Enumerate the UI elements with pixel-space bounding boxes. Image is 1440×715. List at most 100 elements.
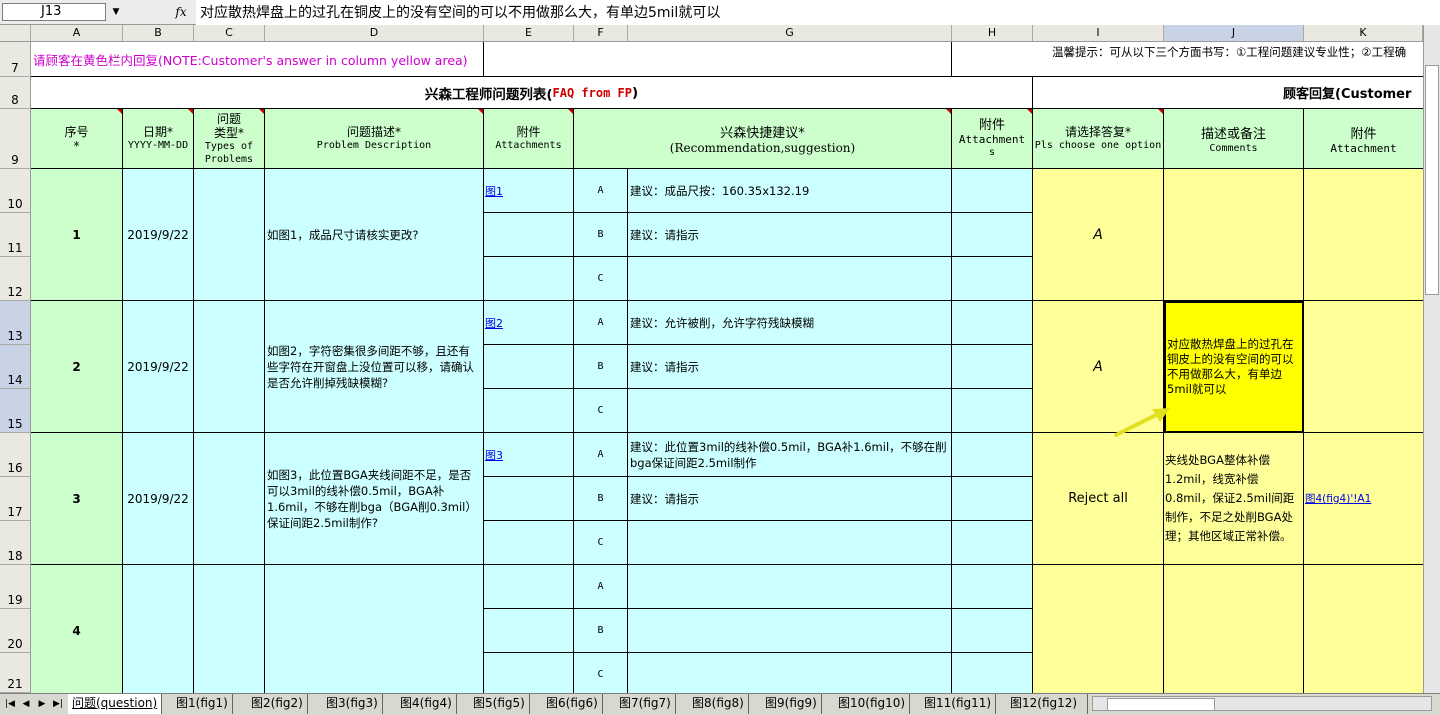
row-header[interactable]: 8 (0, 77, 31, 109)
name-box[interactable]: J13 (2, 3, 106, 21)
problem-desc[interactable]: 如图2，字符密集很多间距不够，且还有些字符在开窗盘上没位置可以移，请确认是否允许… (265, 301, 484, 433)
row-header[interactable]: 21 (0, 653, 31, 693)
column-header[interactable]: H (952, 25, 1033, 41)
row-header[interactable]: 7 (0, 42, 31, 77)
option-key[interactable]: B (574, 213, 628, 257)
section-title-customer[interactable]: 顾客回复(Customer (1033, 77, 1423, 109)
attachment-h-cell[interactable] (952, 257, 1033, 301)
option-text[interactable] (628, 565, 952, 609)
sheet-tab[interactable]: 图12(fig12) (1006, 694, 1088, 714)
column-header[interactable]: K (1304, 25, 1423, 41)
attachment-cell[interactable] (484, 653, 574, 697)
sheet-tab[interactable]: 图9(fig9) (761, 694, 822, 714)
column-header[interactable]: G (628, 25, 952, 41)
problem-type[interactable] (194, 301, 265, 433)
figure-link[interactable]: 图2 (485, 317, 503, 330)
row-header-selected[interactable]: 13 (0, 301, 31, 345)
problem-type[interactable] (194, 565, 265, 697)
row-header[interactable]: 9 (0, 109, 31, 169)
option-key[interactable]: A (574, 169, 628, 213)
select-all-corner[interactable] (0, 25, 31, 41)
sheet-tab[interactable]: 图4(fig4) (396, 694, 457, 714)
row-header[interactable]: 20 (0, 609, 31, 653)
row-header-selected[interactable]: 15 (0, 389, 31, 433)
row-header[interactable]: 17 (0, 477, 31, 521)
comment-cell-selected[interactable]: 对应散热焊盘上的过孔在铜皮上的没有空间的可以不用做那么大，有单边5mil就可以 (1164, 301, 1304, 433)
tip-cell[interactable]: 温馨提示：可从以下三个方面书写：①工程问题建议专业性；②工程确 (952, 42, 1423, 77)
comment-cell[interactable] (1164, 169, 1304, 301)
attach-k-cell[interactable] (1304, 169, 1423, 301)
option-text[interactable]: 建议：允许被削，允许字符残缺模糊 (628, 301, 952, 345)
figure-link[interactable]: 图3 (485, 449, 503, 462)
header-type[interactable]: 问题 类型* Types of Problems (194, 109, 265, 169)
option-key[interactable]: C (574, 257, 628, 301)
figure-link[interactable]: 图1 (485, 185, 503, 198)
option-key[interactable]: B (574, 345, 628, 389)
column-header[interactable]: A (31, 25, 123, 41)
option-text[interactable] (628, 653, 952, 697)
attachment-cell[interactable] (484, 609, 574, 653)
next-sheet-icon[interactable]: ▶ (36, 697, 48, 711)
column-header[interactable]: F (574, 25, 628, 41)
problem-number[interactable]: 2 (31, 301, 123, 433)
attachment-h-cell[interactable] (952, 653, 1033, 697)
row-header[interactable]: 18 (0, 521, 31, 565)
row-header[interactable]: 16 (0, 433, 31, 477)
header-attach-h[interactable]: 附件 Attachment s (952, 109, 1033, 169)
option-key[interactable]: C (574, 521, 628, 565)
sheet-tab[interactable]: 图7(fig7) (615, 694, 676, 714)
row-header[interactable]: 11 (0, 213, 31, 257)
header-suggest[interactable]: 兴森快捷建议* (Recommendation,suggestion) (574, 109, 952, 169)
option-text[interactable]: 建议：成品尺按：160.35x132.19 (628, 169, 952, 213)
horizontal-scrollbar[interactable] (1092, 696, 1432, 711)
attachment-h-cell[interactable] (952, 345, 1033, 389)
attachment-h-cell[interactable] (952, 301, 1033, 345)
attachment-cell[interactable] (484, 565, 574, 609)
problem-desc[interactable] (265, 565, 484, 697)
option-text[interactable] (628, 389, 952, 433)
problem-date[interactable]: 2019/9/22 (123, 301, 194, 433)
column-header[interactable]: I (1033, 25, 1164, 41)
sheet-tab-question[interactable]: 问题(question) (68, 694, 163, 714)
row-header[interactable]: 12 (0, 257, 31, 301)
formula-input[interactable]: 对应散热焊盘上的过孔在铜皮上的没有空间的可以不用做那么大，有单边5mil就可以 (196, 0, 1440, 25)
attachment-cell[interactable]: 图3 (484, 433, 574, 477)
vertical-scrollbar[interactable] (1423, 25, 1440, 693)
sheet-tab[interactable]: 图6(fig6) (542, 694, 603, 714)
attachment-h-cell[interactable] (952, 169, 1033, 213)
header-seq[interactable]: 序号 * (31, 109, 123, 169)
column-header[interactable]: E (484, 25, 574, 41)
row-header[interactable]: 19 (0, 565, 31, 609)
option-key[interactable]: C (574, 653, 628, 697)
last-sheet-icon[interactable]: ▶| (52, 697, 64, 711)
sheet-tab[interactable]: 图10(fig10) (834, 694, 911, 714)
problem-date[interactable]: 2019/9/22 (123, 169, 194, 301)
customer-note-cell[interactable]: 请顾客在黄色栏内回复(NOTE:Customer's answer in col… (31, 42, 484, 77)
prev-sheet-icon[interactable]: ◀ (20, 697, 32, 711)
problem-desc[interactable]: 如图1，成品尺寸请核实更改? (265, 169, 484, 301)
attach-k-cell[interactable]: 图4(fig4)'!A1 (1304, 433, 1423, 565)
problem-number[interactable]: 4 (31, 565, 123, 697)
option-key[interactable]: A (574, 433, 628, 477)
column-header[interactable]: B (123, 25, 194, 41)
option-key[interactable]: A (574, 565, 628, 609)
comment-cell[interactable]: 夹线处BGA整体补偿1.2mil，线宽补偿0.8mil，保证2.5mil间距制作… (1164, 433, 1304, 565)
option-text[interactable]: 建议：请指示 (628, 345, 952, 389)
problem-number[interactable]: 3 (31, 433, 123, 565)
attachment-h-cell[interactable] (952, 521, 1033, 565)
column-header[interactable]: C (194, 25, 265, 41)
option-key[interactable]: B (574, 477, 628, 521)
option-text[interactable]: 建议：此位置3mil的线补偿0.5mil，BGA补1.6mil，不够在削bga保… (628, 433, 952, 477)
problem-desc[interactable]: 如图3，此位置BGA夹线间距不足，是否可以3mil的线补偿0.5mil，BGA补… (265, 433, 484, 565)
sheet-tab[interactable]: 图2(fig2) (247, 694, 308, 714)
attachment-h-cell[interactable] (952, 609, 1033, 653)
option-text[interactable] (628, 521, 952, 565)
sheet-tab[interactable]: 图5(fig5) (469, 694, 530, 714)
first-sheet-icon[interactable]: |◀ (4, 697, 16, 711)
sheet-tab[interactable]: 图1(fig1) (172, 694, 233, 714)
attachment-link[interactable]: 图4(fig4)'!A1 (1305, 491, 1371, 506)
option-key[interactable]: C (574, 389, 628, 433)
answer-cell[interactable]: Reject all (1033, 433, 1164, 565)
row-header-selected[interactable]: 14 (0, 345, 31, 389)
answer-cell[interactable] (1033, 565, 1164, 697)
